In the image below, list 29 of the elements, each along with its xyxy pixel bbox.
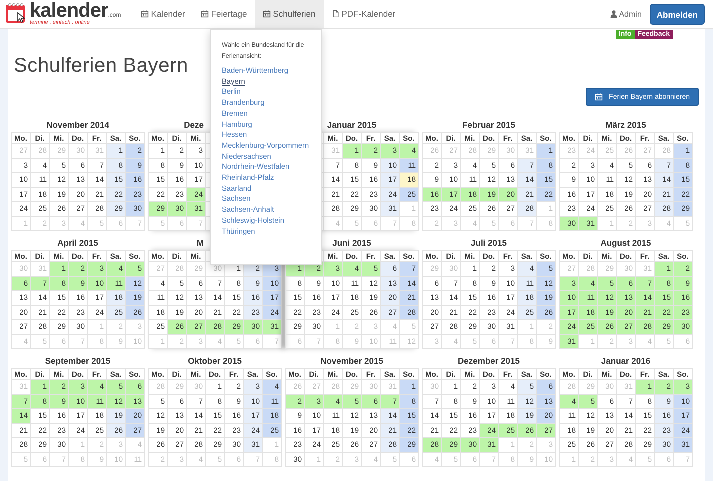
month-title: Oktober 2015 [187, 356, 243, 368]
month-title: M [196, 238, 204, 250]
nav-link[interactable]: PDF-Kalender [324, 0, 404, 28]
person-icon [610, 10, 618, 18]
month-title: Januar 2015 [326, 120, 378, 132]
month-title: November 2015 [320, 356, 384, 368]
month-title: November 2014 [46, 120, 110, 132]
month-title: August 2015 [600, 238, 652, 250]
user-link[interactable]: Admin [610, 10, 642, 18]
brand-name[interactable]: kalender [30, 1, 108, 22]
month-title: April 2015 [56, 238, 100, 250]
nav-link[interactable]: Schulferien [255, 0, 324, 28]
calendar-icon [595, 93, 604, 101]
month-title: Deze [183, 120, 204, 132]
calendar-icon [263, 10, 272, 18]
month-title: September 2015 [44, 356, 112, 368]
nav-link[interactable]: Kalender [133, 0, 194, 28]
month-title: Januar 2016 [600, 356, 652, 368]
month-title: Juni 2015 [332, 238, 372, 250]
page-title: Schulferien Bayern [14, 54, 188, 78]
document-icon [332, 10, 340, 18]
month-title: Juli 2015 [470, 238, 508, 250]
calendar-icon [141, 10, 150, 18]
logout-button[interactable]: Abmelden [650, 4, 705, 24]
month-title: März 2015 [604, 120, 648, 132]
nav-link[interactable]: Feiertage [193, 0, 256, 28]
month-title: Februar 2015 [462, 120, 516, 132]
month-title: Dezember 2015 [457, 356, 521, 368]
calendar-icon [201, 10, 210, 18]
